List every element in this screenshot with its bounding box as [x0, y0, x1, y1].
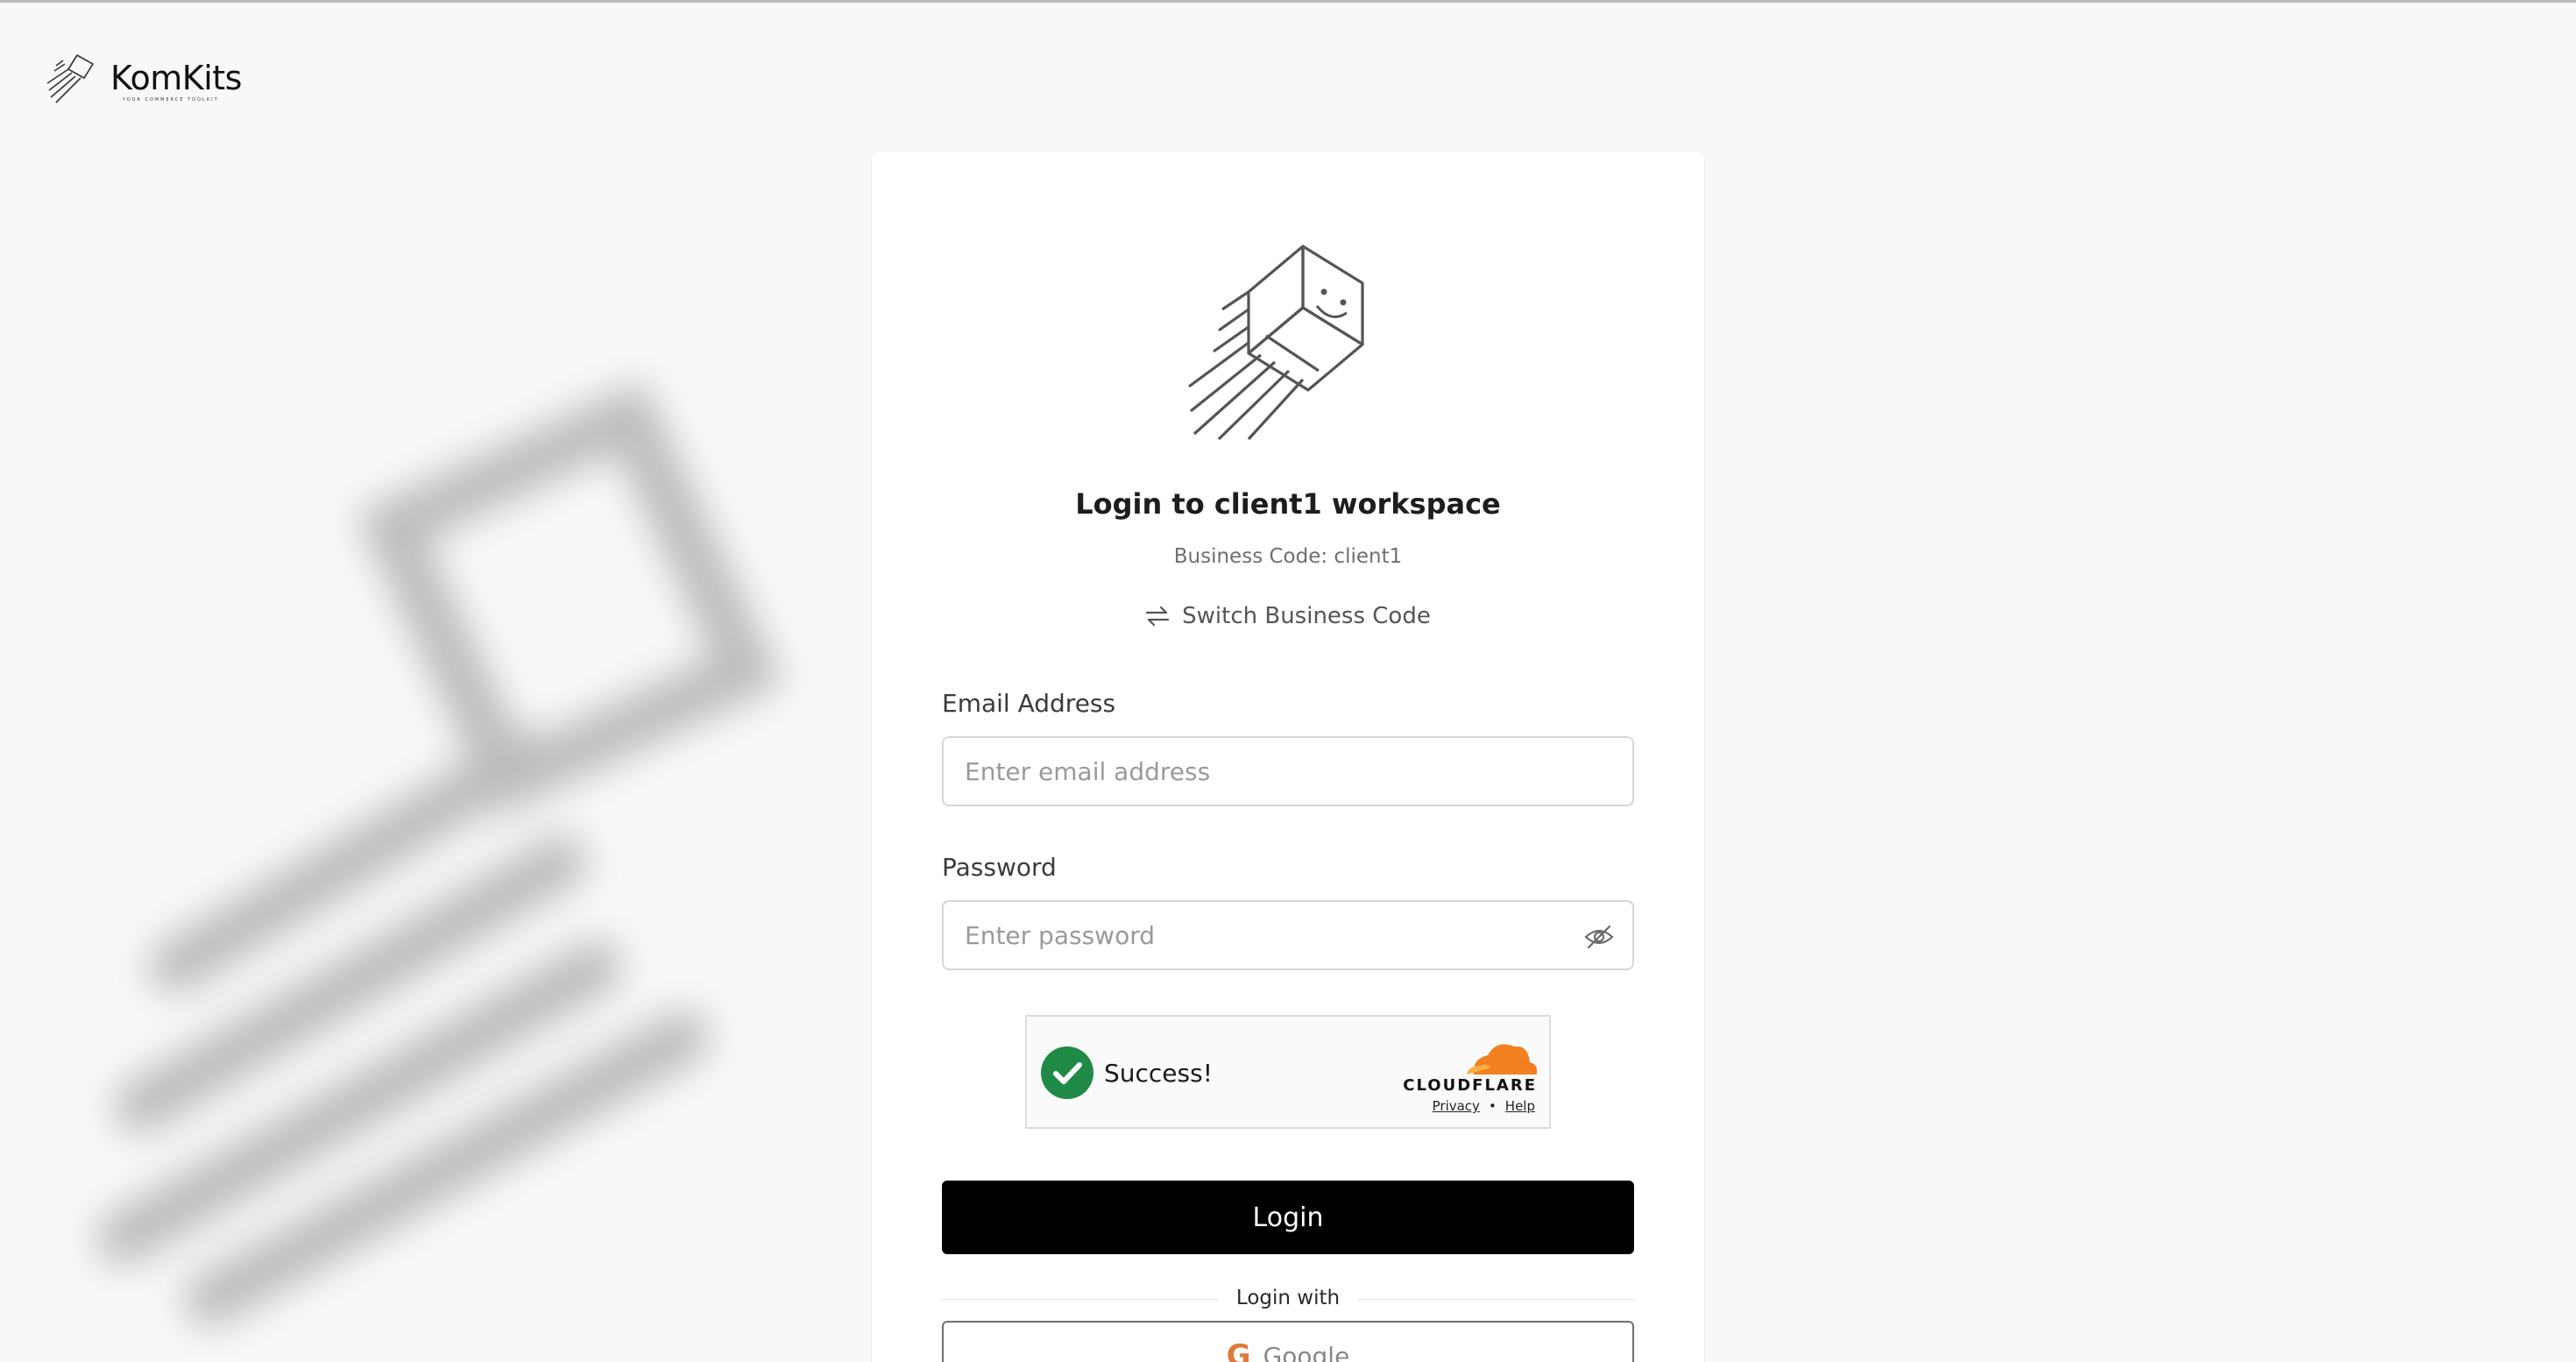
login-card: Login to client1 workspace Business Code… [872, 152, 1704, 1362]
google-icon: G [1226, 1338, 1251, 1362]
brand-tagline: YOUR COMMERCE TOOLKIT [123, 97, 219, 103]
login-page: KomKits YOUR COMMERCE TOOLKIT Login to c… [0, 0, 2576, 1362]
login-button[interactable]: Login [942, 1181, 1634, 1254]
password-field-wrapper [942, 900, 1634, 970]
cloudflare-wordmark: CLOUDFLARE [1403, 1076, 1537, 1095]
captcha-privacy-link[interactable]: Privacy [1433, 1098, 1480, 1114]
swap-arrows-icon [1145, 606, 1170, 627]
page-title: Login to client1 workspace [1075, 487, 1501, 521]
captcha-help-link[interactable]: Help [1505, 1098, 1535, 1114]
komkits-logo-icon [46, 53, 95, 103]
success-check-icon [1041, 1046, 1093, 1099]
komkits-mascot-icon [1188, 245, 1364, 441]
brand-name-text: KomKits [110, 59, 242, 97]
brand-logo[interactable]: KomKits YOUR COMMERCE TOOLKIT [46, 52, 242, 104]
captcha-links: Privacy • Help [1433, 1098, 1535, 1114]
login-with-divider: Login with [942, 1287, 1634, 1313]
google-login-label: Google [1263, 1341, 1350, 1362]
password-label: Password [942, 853, 1057, 882]
switch-business-code-label: Switch Business Code [1182, 603, 1431, 629]
email-field-wrapper [942, 736, 1634, 806]
login-with-label: Login with [1218, 1287, 1358, 1309]
cloudflare-captcha-widget[interactable]: Success! CLOUDFLARE Privacy • Help [1025, 1015, 1551, 1129]
captcha-link-separator: • [1488, 1098, 1497, 1114]
password-field[interactable] [944, 902, 1632, 968]
toggle-password-visibility-icon[interactable] [1583, 921, 1615, 953]
email-field[interactable] [944, 738, 1632, 805]
brand-name: KomKits YOUR COMMERCE TOOLKIT [110, 59, 242, 103]
captcha-status: Success! [1104, 1059, 1213, 1088]
background-illustration [96, 380, 783, 1326]
switch-business-code-link[interactable]: Switch Business Code [872, 603, 1704, 629]
cloudflare-cloud-icon [1467, 1044, 1537, 1075]
google-login-button[interactable]: G Google [942, 1321, 1634, 1362]
email-label: Email Address [942, 689, 1116, 718]
business-code-text: Business Code: client1 [1173, 545, 1403, 568]
